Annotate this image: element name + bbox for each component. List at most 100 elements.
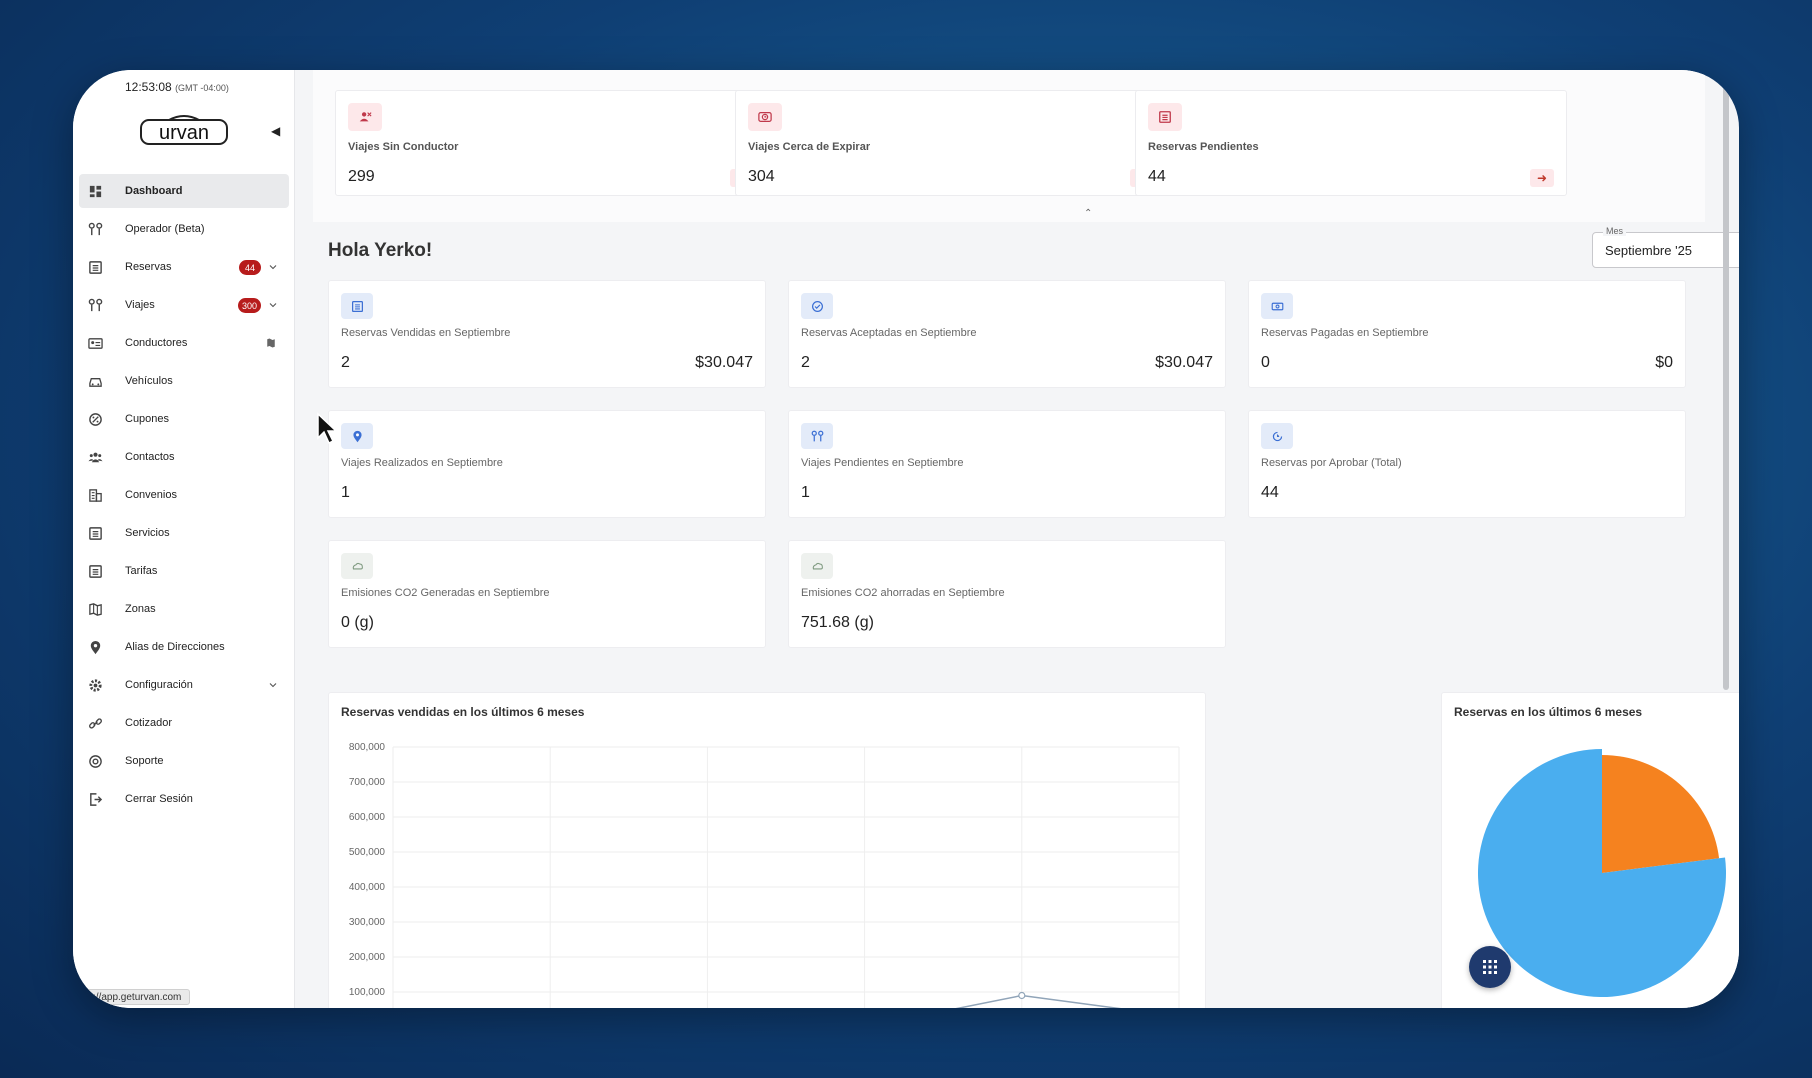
kpi-card: Viajes Pendientes en Septiembre 1 (788, 410, 1226, 518)
line-chart-title: Reservas vendidas en los últimos 6 meses (341, 705, 585, 719)
list-icon (1148, 103, 1182, 131)
sidebar-item-soporte[interactable]: Soporte (79, 744, 289, 778)
summary-card-label: Reservas Pendientes (1148, 141, 1259, 153)
pin-icon (87, 639, 103, 655)
chevron-down-icon[interactable] (267, 679, 279, 694)
sidebar-item-operador-beta[interactable]: Operador (Beta) (79, 212, 289, 246)
pie-slice-pendiente[interactable] (1602, 755, 1720, 873)
sidebar-item-label: Servicios (125, 527, 170, 539)
list-icon (87, 525, 103, 541)
summary-card-label: Viajes Sin Conductor (348, 141, 459, 153)
kpi-label: Emisiones CO2 Generadas en Septiembre (341, 587, 550, 599)
sidebar-item-label: Conductores (125, 337, 188, 349)
co2-icon (801, 553, 833, 579)
sidebar-item-reservas[interactable]: Reservas 44 (79, 250, 289, 284)
sidebar-item-label: Configuración (125, 679, 193, 691)
kpi-card: Reservas Pagadas en Septiembre 0 $0 (1248, 280, 1686, 388)
summary-card-label: Viajes Cerca de Expirar (748, 141, 871, 153)
chevron-down-icon[interactable] (267, 261, 279, 276)
sidebar-item-servicios[interactable]: Servicios (79, 516, 289, 550)
sidebar-item-contactos[interactable]: Contactos (79, 440, 289, 474)
route-icon (87, 297, 103, 313)
coupon-icon (87, 411, 103, 427)
month-select[interactable]: Mes Septiembre '25 ▼ (1592, 226, 1739, 268)
summary-card: Viajes Cerca de Expirar 304 ➜ (735, 90, 1167, 196)
urvan-logo: urvan (140, 115, 228, 145)
sidebar-item-cupones[interactable]: Cupones (79, 402, 289, 436)
kpi-amount: $30.047 (1155, 354, 1213, 371)
pie-slice-aceptada[interactable] (1478, 749, 1726, 997)
sidebar-item-dashboard[interactable]: Dashboard (79, 174, 289, 208)
kpi-card: Reservas Aceptadas en Septiembre 2 $30.0… (788, 280, 1226, 388)
apps-menu-button[interactable] (1469, 946, 1511, 988)
summary-card: Reservas Pendientes 44 ➜ (1135, 90, 1567, 196)
sidebar-item-cotizador[interactable]: Cotizador (79, 706, 289, 740)
kpi-label: Viajes Pendientes en Septiembre (801, 457, 964, 469)
sidebar-item-label: Vehículos (125, 375, 173, 387)
pending-icon (1261, 423, 1293, 449)
kpi-label: Reservas Aceptadas en Septiembre (801, 327, 977, 339)
user-off-icon (348, 103, 382, 131)
y-tick-label: 600,000 (349, 812, 386, 823)
line-chart: 800,000 700,000 600,000 500,000 400,000 300,0… (349, 742, 1180, 1008)
sidebar-item-convenios[interactable]: Convenios (79, 478, 289, 512)
sidebar-item-tarifas[interactable]: Tarifas (79, 554, 289, 588)
cash-icon (1261, 293, 1293, 319)
sidebar-item-cerrar-sesion[interactable]: Cerrar Sesión (79, 782, 289, 816)
sidebar-item-label: Cotizador (125, 717, 173, 729)
sidebar-item-label: Operador (Beta) (125, 223, 205, 235)
kpi-card: Emisiones CO2 ahorradas en Septiembre 75… (788, 540, 1226, 648)
gear-icon (87, 677, 103, 693)
list-icon (87, 259, 103, 275)
sidebar-item-configuracion[interactable]: Configuración (79, 668, 289, 702)
arrow-right-icon[interactable]: ➜ (1530, 169, 1554, 187)
sidebar-item-label: Reservas (125, 261, 172, 273)
route-icon (87, 221, 103, 237)
kpi-label: Reservas Pagadas en Septiembre (1261, 327, 1429, 339)
sidebar-item-label: Soporte (125, 755, 164, 767)
kpi-card: Reservas por Aprobar (Total) 44 (1248, 410, 1686, 518)
mouse-cursor-icon (317, 412, 338, 445)
main-content: Viajes Sin Conductor 299 ➜ Viajes Cerca … (295, 70, 1739, 1008)
series-line (955, 994, 1122, 1008)
scrollbar[interactable] (1723, 80, 1729, 690)
map-icon[interactable] (265, 337, 277, 352)
summary-card-value: 299 (348, 168, 375, 185)
kpi-label: Reservas Vendidas en Septiembre (341, 327, 511, 339)
collapse-summary-icon[interactable]: ⌃ (1084, 208, 1092, 219)
sidebar-item-label: Cupones (125, 413, 170, 425)
sidebar-item-viajes[interactable]: Viajes 300 (79, 288, 289, 322)
logout-icon (87, 791, 103, 807)
y-tick-label: 200,000 (349, 952, 386, 963)
grid-icon (1483, 960, 1497, 974)
month-select-label: Mes (1603, 226, 1627, 236)
dashboard-icon (87, 183, 103, 199)
y-tick-label: 100,000 (349, 987, 386, 998)
collapse-sidebar-icon[interactable]: ◀ (271, 124, 280, 138)
status-url: s://app.geturvan.com (73, 989, 191, 1005)
sidebar-item-label: Convenios (125, 489, 177, 501)
count-badge: 300 (237, 298, 261, 313)
sidebar-item-alias-de-direcciones[interactable]: Alias de Direcciones (79, 630, 289, 664)
co2-icon (341, 553, 373, 579)
sidebar-nav: Dashboard Operador (Beta) Reservas 44 Via… (79, 174, 289, 820)
kpi-card: Viajes Realizados en Septiembre 1 (328, 410, 766, 518)
chevron-down-icon[interactable] (267, 299, 279, 314)
car-icon (87, 373, 103, 389)
sidebar-item-label: Cerrar Sesión (125, 793, 193, 805)
sidebar-item-zonas[interactable]: Zonas (79, 592, 289, 626)
sidebar-item-vehiculos[interactable]: Vehículos (79, 364, 289, 398)
y-tick-label: 700,000 (349, 777, 386, 788)
clock-time: 12:53:08 (125, 80, 172, 94)
pin-icon (341, 423, 373, 449)
route-icon (801, 423, 833, 449)
sidebar: 12:53:08 (GMT -04:00) urvan ◀ Dashboard … (73, 70, 295, 1008)
sidebar-item-conductores[interactable]: Conductores (79, 326, 289, 360)
y-tick-label: 500,000 (349, 847, 386, 858)
clock-icon (748, 103, 782, 131)
data-point[interactable] (1018, 991, 1026, 1000)
kpi-label: Reservas por Aprobar (Total) (1261, 457, 1402, 469)
clock: 12:53:08 (GMT -04:00) (125, 80, 229, 94)
sidebar-item-label: Zonas (125, 603, 156, 615)
id-card-icon (87, 335, 103, 351)
